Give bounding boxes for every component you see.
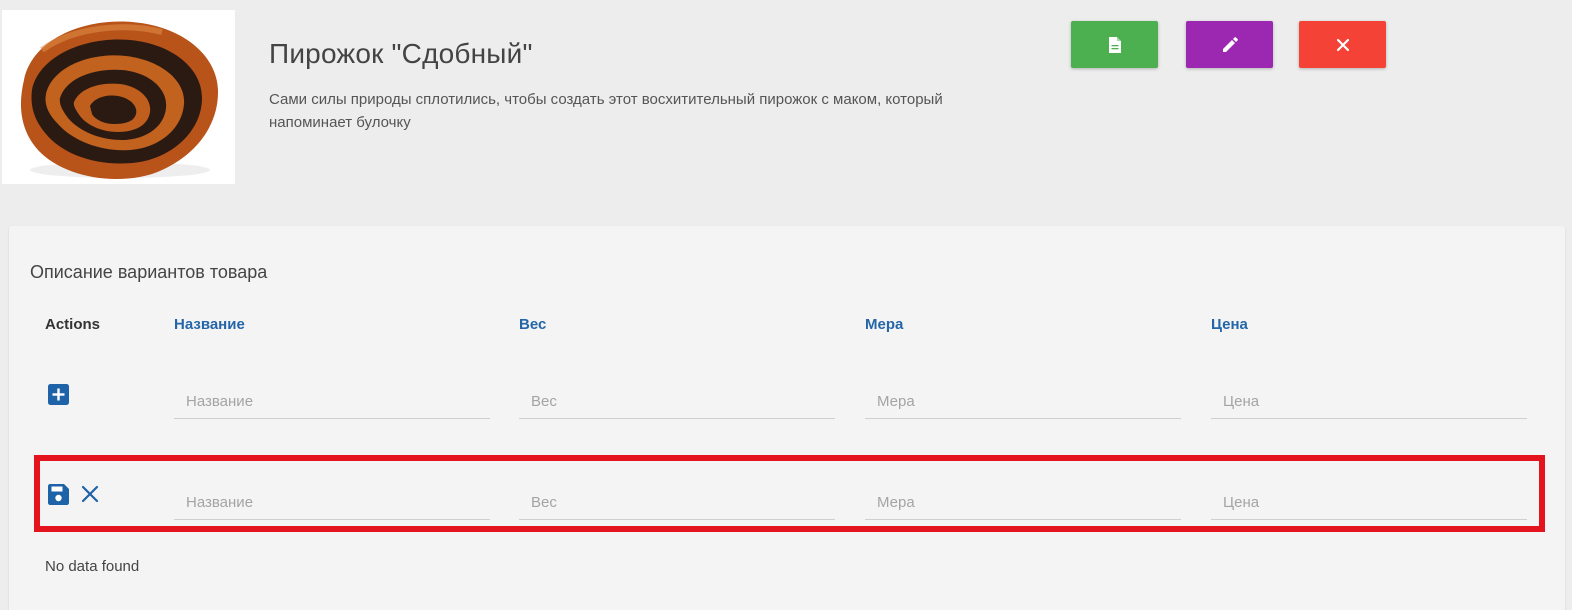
edit-price-input[interactable]	[1211, 486, 1527, 520]
product-image	[2, 10, 235, 184]
new-price-input[interactable]	[1211, 385, 1527, 419]
edit-weight-input[interactable]	[519, 486, 835, 520]
edit-measure-input[interactable]	[865, 486, 1181, 520]
save-icon[interactable]	[48, 484, 69, 505]
new-measure-input[interactable]	[865, 385, 1181, 419]
edit-button[interactable]	[1186, 21, 1273, 68]
plus-square-icon[interactable]	[48, 384, 69, 405]
document-icon	[1108, 36, 1121, 53]
product-title: Пирожок "Сдобный"	[269, 38, 533, 69]
variants-title: Описание вариантов товара	[30, 262, 268, 282]
new-name-input[interactable]	[174, 385, 490, 419]
empty-state-text: No data found	[45, 558, 140, 575]
column-header-weight[interactable]: Вес	[519, 316, 546, 333]
delete-button[interactable]	[1299, 21, 1386, 68]
variants-card: Описание вариантов товара Actions Назван…	[9, 226, 1565, 610]
close-icon	[1336, 38, 1349, 51]
document-button[interactable]	[1071, 21, 1158, 68]
edit-name-input[interactable]	[174, 486, 490, 520]
page: Пирожок "Сдобный" Сами силы природы спло…	[0, 0, 1572, 610]
column-header-actions: Actions	[45, 316, 101, 333]
product-description: Сами силы природы сплотились, чтобы созд…	[269, 91, 943, 131]
cancel-icon[interactable]	[81, 485, 99, 503]
new-weight-input[interactable]	[519, 385, 835, 419]
column-header-name[interactable]: Название	[174, 316, 245, 333]
column-header-measure[interactable]: Мера	[865, 316, 903, 333]
pencil-icon	[1222, 36, 1238, 52]
column-header-price[interactable]: Цена	[1211, 316, 1248, 333]
